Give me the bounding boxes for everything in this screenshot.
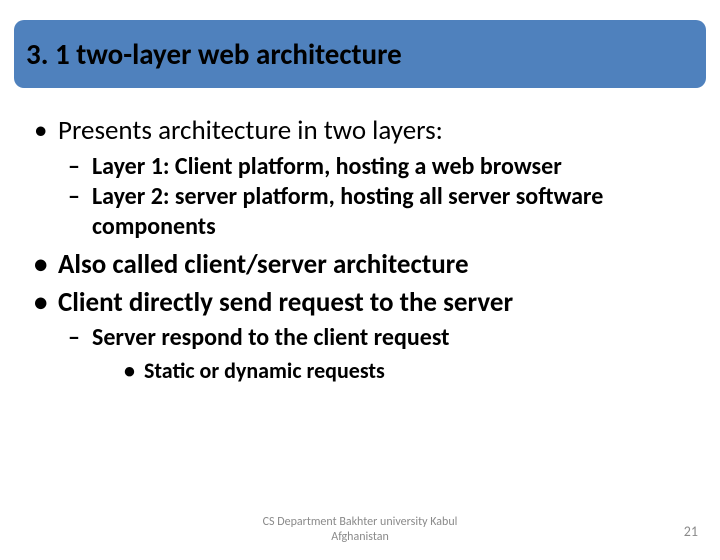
footer-line1: CS Department Bakhter university Kabul [263, 515, 458, 529]
bullet-list: Presents architecture in two layers: Lay… [28, 114, 692, 386]
sub-bullet-item: Layer 2: server platform, hosting all se… [58, 182, 692, 242]
sub-bullet-item: Server respond to the client request Sta… [58, 323, 692, 386]
page-number: 21 [684, 523, 698, 540]
footer-line2: Afghanistan [331, 530, 389, 544]
slide-title-bar: 3. 1 two-layer web architecture [14, 20, 706, 88]
bullet-item: Presents architecture in two layers: Lay… [28, 114, 692, 242]
sub-bullet-text: Server respond to the client request [92, 323, 449, 352]
sub-bullet-text: Client platform, hosting a web browser [169, 152, 561, 181]
sub-sub-bullet-list: Static or dynamic requests [92, 357, 692, 386]
sub-sub-bullet-text: Static or dynamic requests [144, 357, 385, 384]
bullet-text: Also called client/server architecture [58, 248, 469, 281]
layer-label: Layer 1: [92, 152, 169, 181]
layer-label: Layer 2: [92, 182, 169, 211]
bullet-item: Client directly send request to the serv… [28, 286, 692, 386]
sub-bullet-list: Layer 1: Client platform, hosting a web … [58, 152, 692, 242]
bullet-item: Also called client/server architecture [28, 248, 692, 282]
sub-sub-bullet-item: Static or dynamic requests [92, 357, 692, 386]
slide-title: 3. 1 two-layer web architecture [26, 36, 690, 72]
sub-bullet-item: Layer 1: Client platform, hosting a web … [58, 152, 692, 182]
bullet-text: Client directly send request to the serv… [58, 286, 513, 319]
slide-content: Presents architecture in two layers: Lay… [0, 88, 720, 386]
sub-bullet-list: Server respond to the client request Sta… [58, 323, 692, 386]
bullet-text: Presents architecture in two layers: [58, 114, 443, 147]
sub-bullet-text: server platform, hosting all server soft… [92, 182, 603, 241]
